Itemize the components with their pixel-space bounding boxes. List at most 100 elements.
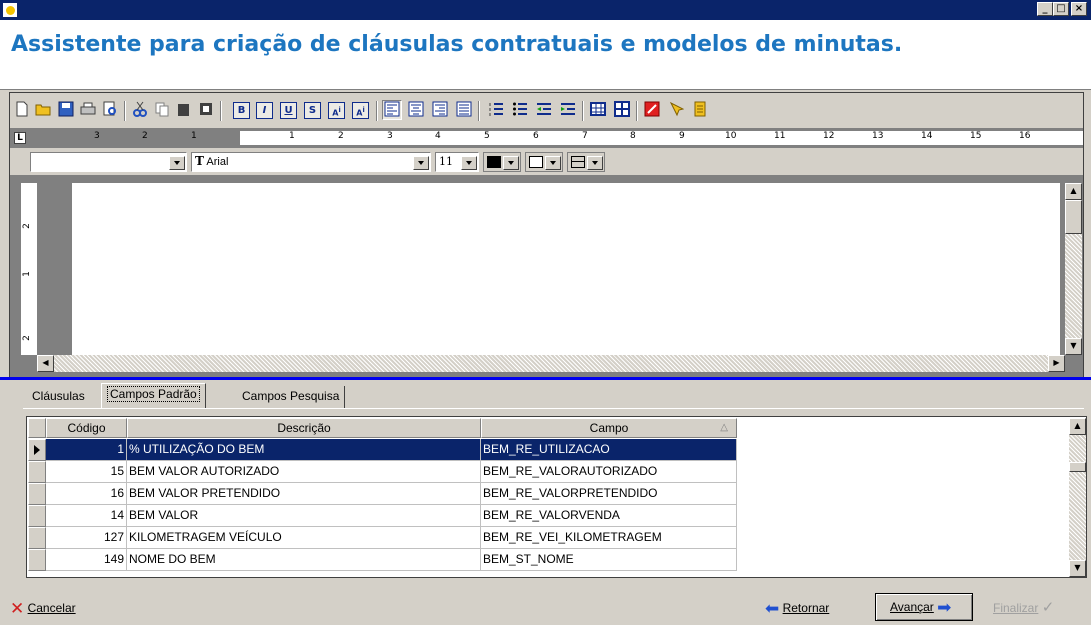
clipboard-icon[interactable] xyxy=(196,100,216,120)
underline-button[interactable]: U xyxy=(280,102,297,119)
vertical-scrollbar[interactable]: ▲ ▼ xyxy=(1065,183,1082,355)
chevron-down-icon[interactable] xyxy=(545,156,561,170)
insert-field-icon[interactable] xyxy=(666,100,686,120)
tab-campos-padrao[interactable]: Campos Padrão xyxy=(101,383,206,408)
ruler-number: 9 xyxy=(679,131,685,141)
row-indicator[interactable] xyxy=(28,549,46,571)
insert-table-icon[interactable] xyxy=(588,100,608,120)
sort-ascending-icon: △ xyxy=(720,422,728,433)
document-page[interactable] xyxy=(72,183,1060,355)
cell-campo[interactable]: BEM_ST_NOME xyxy=(481,549,737,571)
decrease-indent-icon[interactable] xyxy=(534,100,554,120)
print-icon[interactable] xyxy=(78,100,98,120)
chevron-down-icon[interactable] xyxy=(461,156,477,170)
horizontal-scrollbar[interactable]: ◀ ▶ xyxy=(37,355,1065,372)
back-button[interactable]: ⬅ Retornar xyxy=(765,596,829,620)
cell-codigo[interactable]: 16 xyxy=(46,483,127,505)
save-icon[interactable] xyxy=(56,100,76,120)
cell-descricao[interactable]: % UTILIZAÇÃO DO BEM xyxy=(127,439,481,461)
subscript-button[interactable]: Ai xyxy=(328,102,345,119)
column-header-codigo[interactable]: Código xyxy=(46,418,127,438)
open-folder-icon[interactable] xyxy=(34,100,54,120)
picture-icon[interactable] xyxy=(642,100,662,120)
cell-codigo[interactable]: 127 xyxy=(46,527,127,549)
cell-descricao[interactable]: BEM VALOR AUTORIZADO xyxy=(127,461,481,483)
close-button[interactable]: × xyxy=(1071,2,1087,16)
font-color-select[interactable] xyxy=(483,152,521,172)
scroll-thumb[interactable] xyxy=(1065,200,1082,234)
cell-codigo[interactable]: 15 xyxy=(46,461,127,483)
editor-toolbar: B I U S Ai Ai xyxy=(10,93,1083,128)
window-title-bar[interactable]: _ □ × xyxy=(0,0,1091,20)
next-button[interactable]: Avançar ➡ xyxy=(875,593,973,621)
page-properties-icon[interactable] xyxy=(690,100,710,120)
scroll-up-icon[interactable]: ▲ xyxy=(1065,183,1082,200)
align-right-icon[interactable] xyxy=(430,100,450,120)
italic-button[interactable]: I xyxy=(256,102,273,119)
next-label: Avançar xyxy=(890,600,934,614)
numbered-list-icon[interactable] xyxy=(486,100,506,120)
table-grid-icon[interactable] xyxy=(612,100,632,120)
style-select[interactable] xyxy=(30,152,187,172)
strikethrough-button[interactable]: S xyxy=(304,102,321,119)
cut-icon[interactable] xyxy=(130,100,150,120)
row-indicator[interactable] xyxy=(28,483,46,505)
column-header-campo[interactable]: Campo △ xyxy=(481,418,737,438)
chevron-down-icon[interactable] xyxy=(587,156,603,170)
horizontal-ruler[interactable]: L 3 2 1 1 2 3 4 5 6 7 8 9 10 11 12 13 14… xyxy=(10,128,1083,148)
chevron-down-icon[interactable] xyxy=(413,156,429,170)
column-header-descricao[interactable]: Descrição xyxy=(127,418,481,438)
tab-clausulas[interactable]: Cláusulas xyxy=(27,386,90,408)
finish-button[interactable]: Finalizar ✓ xyxy=(993,596,1054,620)
panel-splitter[interactable] xyxy=(0,377,1091,380)
cell-campo[interactable]: BEM_RE_VALORPRETENDIDO xyxy=(481,483,737,505)
grid-vertical-scrollbar[interactable]: ▲ ▼ xyxy=(1069,418,1086,577)
superscript-button[interactable]: Ai xyxy=(352,102,369,119)
row-indicator[interactable] xyxy=(28,505,46,527)
vertical-ruler: 2 1 2 xyxy=(21,183,37,355)
scroll-down-icon[interactable]: ▼ xyxy=(1069,560,1086,577)
new-document-icon[interactable] xyxy=(12,100,32,120)
font-type-icon: T xyxy=(195,154,204,168)
chevron-down-icon[interactable] xyxy=(503,156,519,170)
bullet-list-icon[interactable] xyxy=(510,100,530,120)
align-left-icon[interactable] xyxy=(382,100,402,120)
restore-button[interactable]: □ xyxy=(1053,2,1069,16)
cancel-button[interactable]: ✕ Cancelar xyxy=(10,596,76,620)
font-select[interactable]: T Arial xyxy=(191,152,431,172)
scroll-down-icon[interactable]: ▼ xyxy=(1065,338,1082,355)
scroll-left-icon[interactable]: ◀ xyxy=(37,355,54,372)
tab-stop-selector[interactable]: L xyxy=(14,132,26,144)
cell-campo[interactable]: BEM_RE_VEI_KILOMETRAGEM xyxy=(481,527,737,549)
scroll-thumb[interactable] xyxy=(1069,462,1086,472)
cell-descricao[interactable]: BEM VALOR xyxy=(127,505,481,527)
fields-grid[interactable]: Código Descrição Campo △ 1% UTILIZAÇÃO D… xyxy=(26,416,1087,578)
row-indicator[interactable] xyxy=(28,527,46,549)
row-indicator-current[interactable] xyxy=(28,439,46,461)
row-indicator[interactable] xyxy=(28,461,46,483)
cell-campo[interactable]: BEM_RE_VALORAUTORIZADO xyxy=(481,461,737,483)
scroll-up-icon[interactable]: ▲ xyxy=(1069,418,1086,435)
minimize-button[interactable]: _ xyxy=(1037,2,1053,16)
paste-icon[interactable] xyxy=(174,100,194,120)
align-center-icon[interactable] xyxy=(406,100,426,120)
background-color-select[interactable] xyxy=(525,152,563,172)
cell-descricao[interactable]: BEM VALOR PRETENDIDO xyxy=(127,483,481,505)
cell-codigo[interactable]: 1 xyxy=(46,439,127,461)
print-preview-icon[interactable] xyxy=(100,100,120,120)
cell-descricao[interactable]: NOME DO BEM xyxy=(127,549,481,571)
font-size-select[interactable]: 11 xyxy=(435,152,479,172)
cell-codigo[interactable]: 14 xyxy=(46,505,127,527)
borders-select[interactable] xyxy=(567,152,605,172)
cell-campo[interactable]: BEM_RE_VALORVENDA xyxy=(481,505,737,527)
copy-icon[interactable] xyxy=(152,100,172,120)
scroll-right-icon[interactable]: ▶ xyxy=(1048,355,1065,372)
cell-campo[interactable]: BEM_RE_UTILIZACAO xyxy=(481,439,737,461)
tab-campos-pesquisa[interactable]: Campos Pesquisa xyxy=(237,386,346,408)
cell-descricao[interactable]: KILOMETRAGEM VEÍCULO xyxy=(127,527,481,549)
chevron-down-icon[interactable] xyxy=(169,156,185,170)
increase-indent-icon[interactable] xyxy=(558,100,578,120)
justify-icon[interactable] xyxy=(454,100,474,120)
bold-button[interactable]: B xyxy=(233,102,250,119)
cell-codigo[interactable]: 149 xyxy=(46,549,127,571)
